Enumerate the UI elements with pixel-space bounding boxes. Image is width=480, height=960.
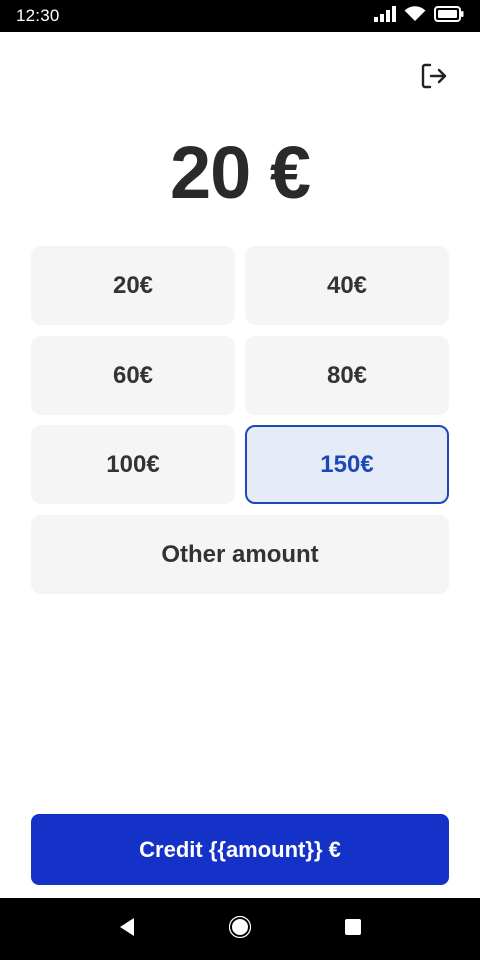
amount-option-60[interactable]: 60€	[31, 336, 235, 415]
amount-option-20[interactable]: 20€	[31, 246, 235, 325]
back-icon	[118, 917, 136, 942]
amount-option-label: 80€	[326, 361, 368, 389]
other-amount-label: Other amount	[161, 540, 319, 568]
amount-option-label: 60€	[112, 361, 154, 389]
recents-icon	[344, 918, 362, 941]
amount-option-80[interactable]: 80€	[245, 336, 449, 415]
signal-icon	[374, 5, 396, 27]
status-time: 12:30	[16, 6, 60, 25]
amount-option-40[interactable]: 40€	[245, 246, 449, 325]
navigation-bar	[0, 898, 480, 960]
amount-option-100[interactable]: 100€	[31, 425, 235, 504]
status-icons	[374, 5, 464, 27]
back-button[interactable]	[107, 909, 147, 949]
amount-display: 20 €	[169, 130, 311, 214]
logout-button[interactable]	[416, 60, 452, 96]
amount-option-label: 40€	[326, 271, 368, 299]
wifi-icon	[404, 5, 426, 27]
amount-option-label: 20€	[112, 271, 154, 299]
other-amount-button[interactable]: Other amount	[31, 515, 449, 594]
logout-icon	[420, 62, 448, 95]
home-button[interactable]	[220, 909, 260, 949]
credit-button-label: Credit {{amount}} €	[139, 836, 341, 862]
recents-button[interactable]	[333, 909, 373, 949]
status-bar: 12:30	[0, 0, 480, 32]
battery-icon	[434, 5, 464, 27]
home-icon	[228, 915, 252, 943]
amount-option-150[interactable]: 150€	[245, 425, 449, 504]
amount-option-label: 100€	[106, 450, 160, 478]
credit-button[interactable]: Credit {{amount}} €	[31, 814, 449, 885]
amount-option-label: 150€	[320, 450, 374, 478]
